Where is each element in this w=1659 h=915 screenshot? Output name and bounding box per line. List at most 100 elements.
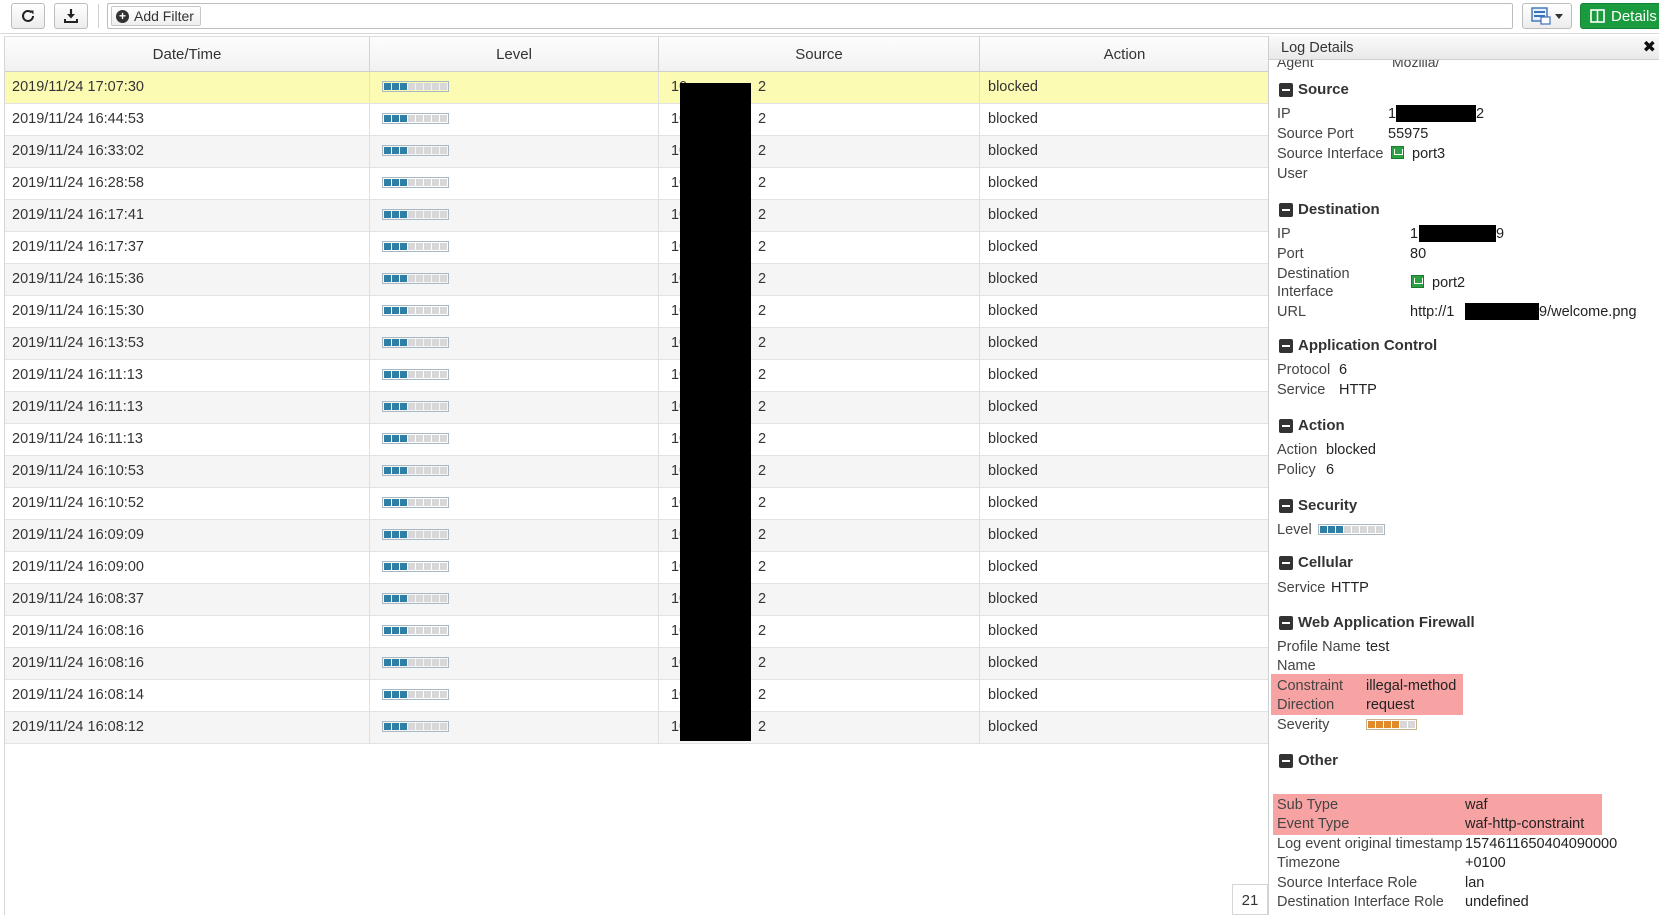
source-user-label: User bbox=[1277, 166, 1308, 182]
table-row[interactable]: 2019/11/24 16:15:30102blocked bbox=[5, 296, 1269, 328]
refresh-button[interactable] bbox=[11, 3, 45, 29]
table-row[interactable]: 2019/11/24 16:10:52102blocked bbox=[5, 488, 1269, 520]
severity-bar-wrap bbox=[1366, 716, 1417, 734]
table-row[interactable]: 2019/11/24 16:28:58102blocked bbox=[5, 168, 1269, 200]
table-row[interactable]: 2019/11/24 16:09:09102blocked bbox=[5, 520, 1269, 552]
source-suffix: 2 bbox=[758, 335, 767, 351]
details-toggle-button[interactable]: Details bbox=[1580, 3, 1659, 29]
level-segment bbox=[416, 594, 423, 602]
table-row[interactable]: 2019/11/24 16:08:12102blocked bbox=[5, 712, 1269, 744]
table-row[interactable]: 2019/11/24 17:07:30102blocked bbox=[5, 72, 1269, 104]
level-segment bbox=[384, 402, 391, 410]
level-segment bbox=[424, 370, 431, 378]
table-row[interactable]: 2019/11/24 16:11:13102blocked bbox=[5, 392, 1269, 424]
level-segment bbox=[432, 594, 439, 602]
source-suffix: 2 bbox=[758, 239, 767, 255]
table-row[interactable]: 2019/11/24 16:17:41102blocked bbox=[5, 200, 1269, 232]
event-type-label: Event Type bbox=[1277, 816, 1350, 832]
level-bar bbox=[382, 240, 449, 252]
datetime-cell: 2019/11/24 16:10:52 bbox=[5, 488, 370, 519]
source-suffix: 2 bbox=[758, 687, 767, 703]
datetime-cell: 2019/11/24 16:08:16 bbox=[5, 616, 370, 647]
level-segment bbox=[1328, 525, 1335, 533]
level-segment bbox=[408, 402, 415, 410]
level-segment bbox=[392, 306, 399, 314]
datetime-cell: 2019/11/24 16:09:09 bbox=[5, 520, 370, 551]
level-bar bbox=[382, 688, 449, 700]
level-segment bbox=[432, 370, 439, 378]
table-row[interactable]: 2019/11/24 16:08:37102blocked bbox=[5, 584, 1269, 616]
section-destination[interactable]: Destination bbox=[1279, 201, 1380, 218]
section-other[interactable]: Other bbox=[1279, 752, 1338, 769]
level-segment bbox=[1336, 525, 1343, 533]
column-header-datetime[interactable]: Date/Time bbox=[5, 37, 370, 72]
level-segment bbox=[408, 82, 415, 90]
level-segment bbox=[416, 242, 423, 250]
table-row[interactable]: 2019/11/24 16:15:36102blocked bbox=[5, 264, 1269, 296]
source-port-value: 55975 bbox=[1388, 126, 1429, 142]
table-row[interactable]: 2019/11/24 16:33:02102blocked bbox=[5, 136, 1269, 168]
panel-title: Log Details bbox=[1281, 40, 1354, 56]
level-segment bbox=[400, 306, 407, 314]
level-segment bbox=[400, 82, 407, 90]
level-segment bbox=[384, 82, 391, 90]
level-segment bbox=[416, 274, 423, 282]
level-segment bbox=[392, 658, 399, 666]
table-row[interactable]: 2019/11/24 16:11:13102blocked bbox=[5, 424, 1269, 456]
column-header-action[interactable]: Action bbox=[980, 37, 1269, 72]
table-row[interactable]: 2019/11/24 16:13:53102blocked bbox=[5, 328, 1269, 360]
level-segment bbox=[440, 658, 447, 666]
level-segment bbox=[408, 498, 415, 506]
level-segment bbox=[384, 530, 391, 538]
level-segment bbox=[440, 210, 447, 218]
details-label: Details bbox=[1611, 7, 1657, 25]
level-segment bbox=[416, 306, 423, 314]
add-filter-button[interactable]: + Add Filter bbox=[111, 6, 201, 26]
filter-bar[interactable]: + Add Filter bbox=[107, 3, 1513, 29]
destination-interface-value: port2 bbox=[1411, 274, 1465, 292]
level-segment bbox=[440, 178, 447, 186]
level-cell bbox=[370, 200, 659, 231]
column-header-level[interactable]: Level bbox=[370, 37, 659, 72]
section-source[interactable]: Source bbox=[1279, 81, 1349, 98]
close-icon[interactable]: ✖ bbox=[1643, 36, 1656, 60]
table-row[interactable]: 2019/11/24 16:44:53102blocked bbox=[5, 104, 1269, 136]
view-options-button[interactable] bbox=[1522, 3, 1572, 29]
table-row[interactable]: 2019/11/24 16:08:14102blocked bbox=[5, 680, 1269, 712]
section-action[interactable]: Action bbox=[1279, 417, 1345, 434]
level-segment bbox=[440, 466, 447, 474]
redaction-bar bbox=[1419, 225, 1496, 242]
level-segment bbox=[400, 498, 407, 506]
section-title: Action bbox=[1298, 417, 1345, 434]
section-security[interactable]: Security bbox=[1279, 497, 1357, 514]
level-cell bbox=[370, 72, 659, 103]
collapse-icon bbox=[1279, 555, 1293, 570]
table-row[interactable]: 2019/11/24 16:11:13102blocked bbox=[5, 360, 1269, 392]
action-cell: blocked bbox=[988, 495, 1038, 511]
table-row[interactable]: 2019/11/24 16:09:00102blocked bbox=[5, 552, 1269, 584]
level-bar bbox=[382, 80, 449, 92]
level-segment bbox=[432, 274, 439, 282]
table-row[interactable]: 2019/11/24 16:08:16102blocked bbox=[5, 648, 1269, 680]
datetime-cell: 2019/11/24 16:15:36 bbox=[5, 264, 370, 295]
protocol-value: 6 bbox=[1339, 362, 1348, 378]
severity-bar bbox=[1366, 718, 1417, 730]
section-cellular[interactable]: Cellular bbox=[1279, 554, 1353, 571]
table-row[interactable]: 2019/11/24 16:10:53102blocked bbox=[5, 456, 1269, 488]
source-role-value: lan bbox=[1465, 875, 1485, 891]
table-row[interactable]: 2019/11/24 16:17:37102blocked bbox=[5, 232, 1269, 264]
column-header-source[interactable]: Source bbox=[659, 37, 980, 72]
section-application-control[interactable]: Application Control bbox=[1279, 337, 1437, 354]
level-segment bbox=[408, 722, 415, 730]
level-segment bbox=[384, 562, 391, 570]
table-row[interactable]: 2019/11/24 16:08:16102blocked bbox=[5, 616, 1269, 648]
source-suffix: 2 bbox=[758, 175, 767, 191]
section-waf[interactable]: Web Application Firewall bbox=[1279, 614, 1475, 631]
source-suffix: 2 bbox=[758, 463, 767, 479]
level-segment bbox=[384, 690, 391, 698]
download-button[interactable] bbox=[54, 3, 88, 29]
section-title: Application Control bbox=[1298, 337, 1438, 354]
level-segment bbox=[400, 178, 407, 186]
level-segment bbox=[392, 210, 399, 218]
level-segment bbox=[400, 402, 407, 410]
